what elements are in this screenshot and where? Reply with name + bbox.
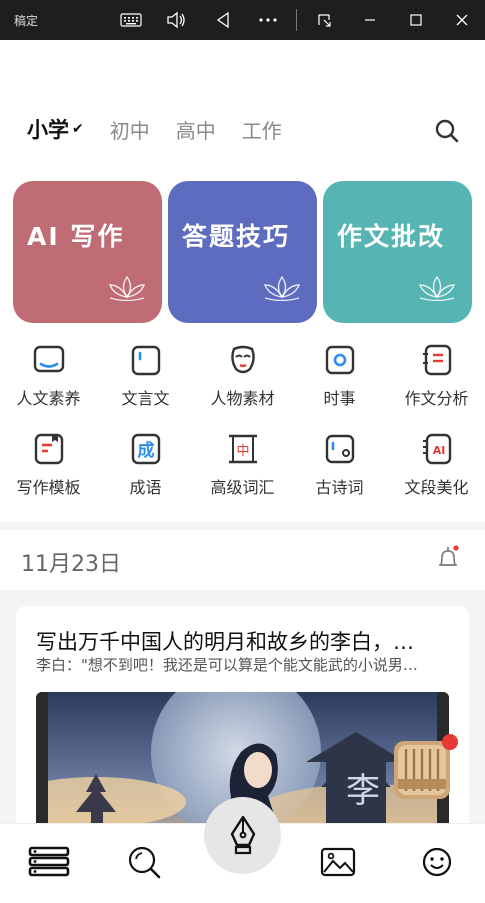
grid-item-label: 文段美化 — [404, 478, 469, 497]
poem-icon — [325, 434, 355, 464]
app-name: 稿定 — [14, 14, 39, 28]
grid-item-current-affairs[interactable]: 时事 — [291, 343, 388, 413]
smile-icon[interactable] — [417, 844, 457, 880]
article-title: 写出万千中国人的明月和故乡的李白，… — [36, 630, 414, 654]
template-icon — [34, 433, 64, 465]
idiom-icon: 成 — [131, 433, 161, 465]
tab-work[interactable]: 工作 — [242, 115, 282, 144]
date-header: 11月23日 — [0, 530, 485, 590]
grid-item-label: 高级词汇 — [210, 478, 275, 497]
essay-correction-card[interactable]: 作文批改 — [323, 181, 472, 323]
lotus-icon — [418, 275, 456, 301]
bell-icon[interactable] — [437, 545, 459, 573]
tab-label: 小学 — [27, 118, 69, 142]
window-icon[interactable] — [308, 0, 340, 40]
pen-icon[interactable] — [204, 797, 281, 874]
grid-item-label: 时事 — [323, 389, 356, 408]
grid-item-label: 古诗词 — [315, 478, 364, 497]
checkmark-icon: ✔ — [72, 121, 84, 137]
grid-item-paragraph-beautify[interactable]: AI 文段美化 — [388, 432, 485, 502]
svg-text:AI: AI — [433, 444, 446, 457]
grid-item-character-material[interactable]: 人物素材 — [194, 343, 291, 413]
article-subtitle: 李白："想不到吧！我还是可以算是个能文能武的小说男… — [36, 656, 418, 674]
grade-tabs: 小学 ✔ 初中 高中 工作 — [27, 114, 308, 144]
card-label: 答题技巧 — [182, 222, 291, 251]
ai-writing-card[interactable]: AI 写作 — [13, 181, 162, 323]
tab-label: 高中 — [175, 118, 216, 143]
grid-item-label: 文言文 — [121, 389, 170, 408]
card-label: 作文批改 — [337, 222, 446, 251]
grid-item-writing-template[interactable]: 写作模板 — [0, 432, 97, 502]
grid-item-label: 写作模板 — [16, 478, 81, 497]
tab-label: 初中 — [109, 118, 150, 143]
grid-item-label: 成语 — [129, 478, 162, 497]
titlebar-divider — [296, 9, 297, 31]
document-icon — [131, 345, 161, 376]
back-icon[interactable] — [207, 0, 239, 40]
svg-text:成: 成 — [138, 440, 155, 461]
explore-icon[interactable] — [124, 844, 164, 880]
tab-junior-high[interactable]: 初中 — [110, 115, 150, 144]
answer-tips-card[interactable]: 答题技巧 — [168, 181, 317, 323]
library-icon[interactable] — [28, 844, 72, 880]
tab-label: 工作 — [241, 118, 282, 143]
grid-item-label: 人文素养 — [16, 389, 81, 408]
grid-item-essay-analysis[interactable]: 作文分析 — [388, 343, 485, 413]
svg-text:中: 中 — [236, 444, 249, 459]
grid-item-advanced-vocab[interactable]: 中 高级词汇 — [194, 432, 291, 502]
grid-item-humanities[interactable]: 人文素养 — [0, 343, 97, 413]
maximize-icon[interactable] — [400, 0, 432, 40]
opera-mask-icon — [231, 345, 255, 374]
card-label: AI 写作 — [27, 222, 125, 251]
lotus-icon — [263, 275, 301, 301]
svg-text:李: 李 — [346, 771, 380, 811]
grid-item-ancient-poems[interactable]: 古诗词 — [291, 432, 388, 502]
grid-item-idioms[interactable]: 成 成语 — [97, 432, 194, 502]
lotus-icon — [108, 275, 146, 301]
ai-notebook-icon: AI — [423, 433, 452, 465]
tab-senior-high[interactable]: 高中 — [176, 115, 216, 144]
close-icon[interactable] — [446, 0, 478, 40]
tab-primary-school[interactable]: 小学 ✔ — [27, 114, 84, 144]
grid-item-label: 作文分析 — [404, 389, 469, 408]
volume-icon[interactable] — [160, 0, 192, 40]
date-label: 11月23日 — [21, 552, 121, 577]
book-icon — [33, 345, 65, 373]
search-icon[interactable] — [434, 118, 460, 144]
more-icon[interactable] — [252, 0, 284, 40]
grid-item-classical-chinese[interactable]: 文言文 — [97, 343, 194, 413]
window-titlebar: 稿定 — [0, 0, 485, 40]
notification-dot — [442, 734, 458, 750]
notebook-icon — [423, 344, 452, 376]
grid-item-label: 人物素材 — [210, 389, 275, 408]
vocab-icon: 中 — [229, 434, 257, 464]
camera-icon — [325, 345, 355, 375]
gallery-icon[interactable] — [318, 844, 358, 880]
minimize-icon[interactable] — [354, 0, 386, 40]
keyboard-icon[interactable] — [115, 0, 147, 40]
